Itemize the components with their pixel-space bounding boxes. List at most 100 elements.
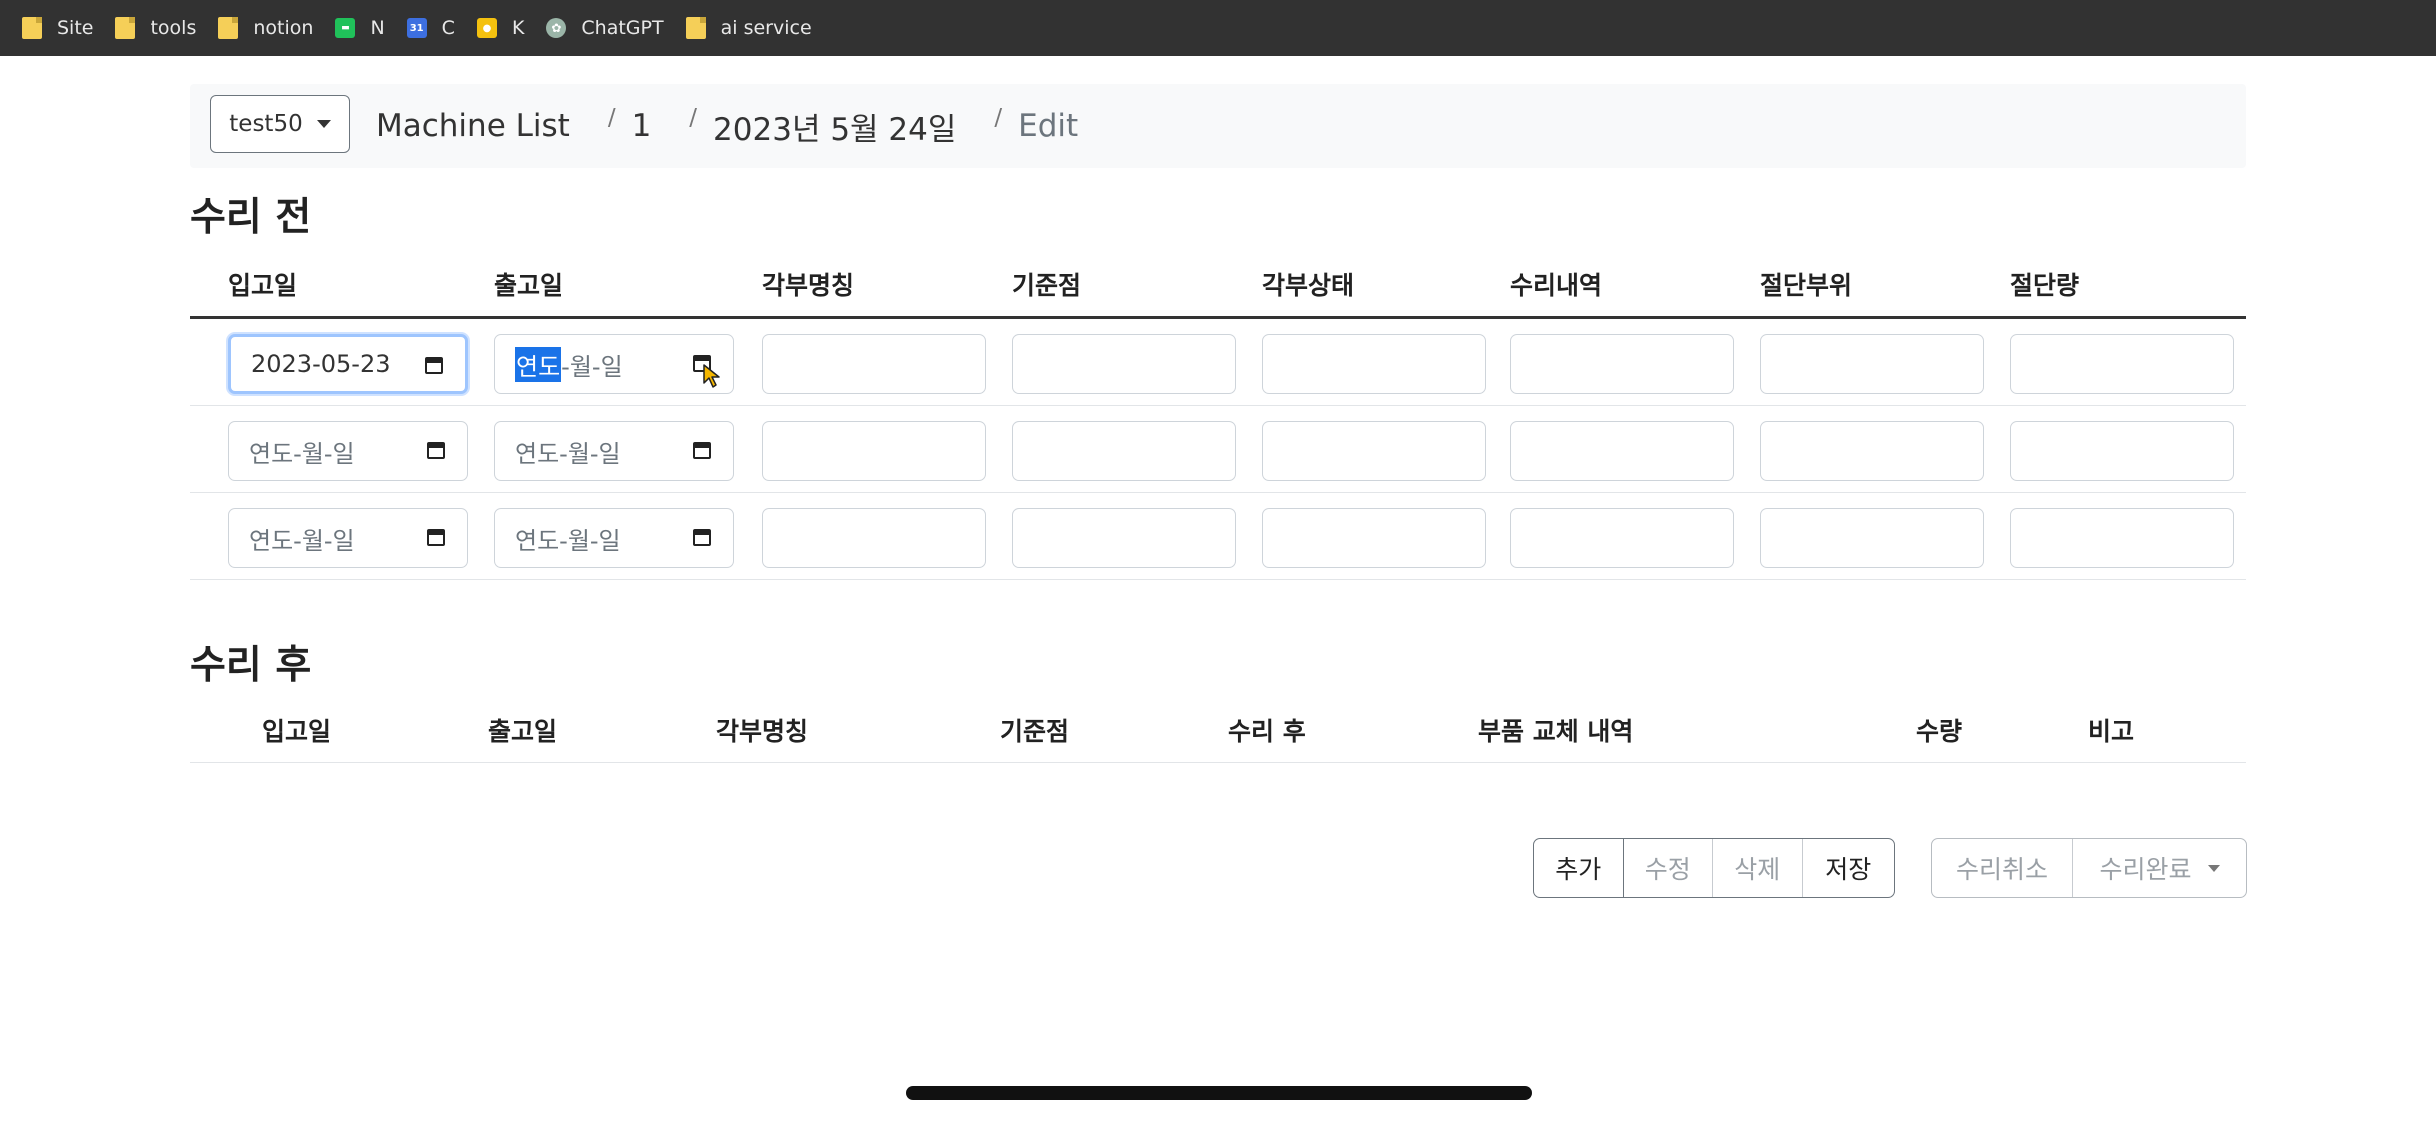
calendar-icon[interactable] [427,529,445,546]
bookmark-label: K [511,17,525,39]
cut-area-input[interactable] [1760,334,1984,394]
column-header: 각부명칭 [762,271,855,300]
out-date-input[interactable]: 연도-월-일 [494,508,734,568]
date-year-segment[interactable]: 연도 [515,346,562,382]
column-header: 각부상태 [1262,271,1355,300]
cut-amount-input[interactable] [2010,334,2234,394]
breadcrumb-date[interactable]: 2023년 5월 24일 [713,104,956,149]
mouse-cursor-icon [703,364,720,388]
save-button[interactable]: 저장 [1803,839,1894,897]
after-repair-table: 입고일 출고일 각부명칭 기준점 수리 후 부품 교체 내역 수량 비고 [190,700,2246,763]
bookmark-label: ChatGPT [581,17,664,39]
breadcrumb-machine-list[interactable]: Machine List [376,108,570,144]
account-dropdown[interactable]: test50 [210,95,350,153]
date-placeholder: 연도-월-일 [515,439,621,468]
table-row: 연도-월-일 연도-월-일 [190,406,2246,493]
calendar-icon[interactable] [693,442,711,459]
part-name-input[interactable] [762,508,986,568]
reference-point-input[interactable] [1012,508,1236,568]
cut-area-input[interactable] [1760,508,1984,568]
complete-repair-dropdown[interactable]: 수리완료 [2073,839,2246,897]
cut-amount-input[interactable] [2010,421,2234,481]
in-date-input[interactable]: 2023-05-23 [228,334,468,394]
before-repair-title: 수리 전 [190,195,312,240]
caret-down-icon [2207,864,2220,872]
bookmark-label: tools [150,17,197,39]
breadcrumb-separator: / [994,105,1003,131]
n-icon: ▬ [335,18,356,38]
add-button[interactable]: 추가 [1534,839,1624,897]
reference-point-input[interactable] [1012,421,1236,481]
column-header: 입고일 [228,271,298,300]
bookmark-label: Site [57,17,94,39]
calendar-icon: 31 [406,18,427,38]
bookmark-tools[interactable]: tools [115,17,196,39]
calendar-icon[interactable] [425,357,443,374]
bookmark-label: ai service [720,17,812,39]
column-header: 수리내역 [1510,271,1603,300]
cancel-repair-button[interactable]: 수리취소 [1932,839,2074,897]
bookmark-label: notion [253,17,314,39]
bookmark-k[interactable]: ● K [476,17,525,39]
bookmark-site[interactable]: Site [22,17,93,39]
part-status-input[interactable] [1262,334,1486,394]
folder-icon [115,17,136,39]
column-header: 부품 교체 내역 [1478,717,1634,746]
part-status-input[interactable] [1262,421,1486,481]
bookmark-chatgpt[interactable]: ✿ ChatGPT [546,17,664,39]
column-header: 절단부위 [1760,271,1853,300]
repair-history-input[interactable] [1510,508,1734,568]
k-icon: ● [476,18,497,38]
column-header: 기준점 [1012,271,1082,300]
folder-icon [218,17,239,39]
calendar-icon[interactable] [427,442,445,459]
date-placeholder: 연도-월-일 [515,526,621,555]
out-date-input[interactable]: 연도-월-일 [494,334,734,394]
calendar-icon[interactable] [693,529,711,546]
repair-history-input[interactable] [1510,421,1734,481]
in-date-input[interactable]: 연도-월-일 [228,421,468,481]
column-header: 출고일 [494,271,564,300]
complete-repair-label: 수리완료 [2099,855,2192,884]
table-header: 입고일 출고일 각부명칭 기준점 각부상태 수리내역 절단부위 절단량 [190,252,2246,319]
in-date-input[interactable]: 연도-월-일 [228,508,468,568]
date-placeholder: 연도-월-일 [249,526,355,555]
bookmark-label: C [441,17,455,39]
column-header: 출고일 [488,717,558,746]
part-status-input[interactable] [1262,508,1486,568]
bookmark-n[interactable]: ▬ N [335,17,385,39]
part-name-input[interactable] [762,334,986,394]
account-label: test50 [229,111,303,137]
column-header: 기준점 [1000,717,1070,746]
out-date-input[interactable]: 연도-월-일 [494,421,734,481]
repair-action-group: 수리취소 수리완료 [1931,838,2247,898]
caret-down-icon [316,120,331,128]
chatgpt-icon: ✿ [546,18,567,38]
bookmark-notion[interactable]: notion [218,17,313,39]
after-repair-title: 수리 후 [190,643,312,688]
breadcrumb-bar: test50 Machine List / 1 / 2023년 5월 24일 /… [190,84,2246,168]
bookmarks-bar: Site tools notion ▬ N 31 C ● K ✿ ChatGPT… [0,0,2436,56]
column-header: 비고 [2088,717,2135,746]
breadcrumb-current: Edit [1018,108,1079,144]
date-placeholder: -월-일 [561,352,623,381]
home-indicator [906,1086,1532,1100]
repair-history-input[interactable] [1510,334,1734,394]
delete-button[interactable]: 삭제 [1713,839,1803,897]
edit-button[interactable]: 수정 [1624,839,1713,897]
breadcrumb-machine-id[interactable]: 1 [632,108,652,144]
table-row: 연도-월-일 연도-월-일 [190,493,2246,580]
cut-amount-input[interactable] [2010,508,2234,568]
bookmark-c[interactable]: 31 C [406,17,455,39]
breadcrumb: Machine List / 1 / 2023년 5월 24일 / Edit [376,84,1078,168]
breadcrumb-separator: / [607,105,616,131]
table-row: 2023-05-23 연도 -월-일 [190,319,2246,406]
reference-point-input[interactable] [1012,334,1236,394]
date-value: 2023-05-23 [251,350,391,378]
row-action-group: 추가 수정 삭제 저장 [1533,838,1895,898]
cut-area-input[interactable] [1760,421,1984,481]
part-name-input[interactable] [762,421,986,481]
bookmark-ai-service[interactable]: ai service [685,17,812,39]
breadcrumb-separator: / [689,105,698,131]
date-placeholder: 연도-월-일 [249,439,355,468]
